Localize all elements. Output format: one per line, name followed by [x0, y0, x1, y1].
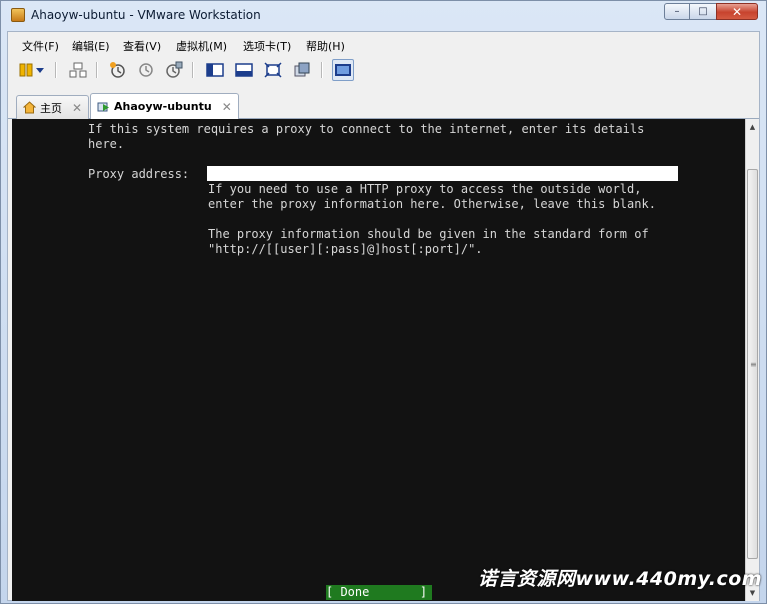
tab-home[interactable]: 主页 ✕ [16, 95, 90, 119]
close-button[interactable]: ✕ [716, 3, 758, 20]
tab-home-label: 主页 [40, 101, 62, 115]
tab-ahaoyw-ubuntu[interactable]: Ahaoyw-ubuntu ✕ [90, 93, 239, 119]
proxy-help-line4: "http://[[user][:pass]@]host[:port]/". [208, 242, 483, 256]
console-view-icon[interactable] [332, 59, 354, 81]
menu-file[interactable]: 文件(F) [22, 38, 59, 54]
minimize-icon: – [674, 6, 680, 17]
window-controls: – □ ✕ [664, 3, 758, 21]
intro-text-line1: If this system requires a proxy to conne… [88, 122, 645, 136]
proxy-address-label: Proxy address: [88, 167, 190, 181]
intro-text-line2: here. [88, 137, 125, 151]
unity-icon[interactable] [292, 60, 312, 80]
menu-vm[interactable]: 虚拟机(M) [176, 38, 227, 54]
dropdown-arrow-icon[interactable] [34, 60, 46, 80]
close-icon: ✕ [731, 4, 743, 19]
menu-bar: 文件(F) 编辑(E) 查看(V) 虚拟机(M) 选项卡(T) 帮助(H) [8, 32, 759, 54]
scrollbar-grip-icon: ≡ [750, 360, 757, 369]
done-button[interactable]: [ Done ] [326, 585, 432, 600]
show-library-icon[interactable] [205, 60, 225, 80]
maximize-button[interactable]: □ [690, 3, 716, 20]
fullscreen-icon[interactable] [263, 60, 283, 80]
proxy-help-line2: enter the proxy information here. Otherw… [208, 197, 656, 211]
tab-bar: 主页 ✕ Ahaoyw-ubuntu ✕ [8, 88, 759, 119]
vmware-window: Ahaoyw-ubuntu - VMware Workstation – □ ✕… [0, 0, 767, 604]
tab-vm-label: Ahaoyw-ubuntu [114, 100, 212, 113]
menu-view[interactable]: 查看(V) [123, 38, 161, 54]
scrollbar-thumb[interactable]: ≡ [747, 169, 758, 559]
toolbar-separator [96, 62, 98, 78]
toolbar-separator [55, 62, 57, 78]
home-icon [23, 101, 36, 114]
toolbar-separator [321, 62, 323, 78]
vmware-app-icon [11, 8, 25, 22]
toolbar [8, 56, 759, 84]
toolbar-separator [192, 62, 194, 78]
send-keys-icon[interactable] [68, 60, 88, 80]
revert-snapshot-icon[interactable] [136, 60, 156, 80]
proxy-help-line3: The proxy information should be given in… [208, 227, 649, 241]
proxy-help-line1: If you need to use a HTTP proxy to acces… [208, 182, 642, 196]
snapshot-icon[interactable] [108, 60, 128, 80]
tab-home-close-icon[interactable]: ✕ [72, 101, 82, 115]
vm-console-screen[interactable]: If this system requires a proxy to conne… [12, 119, 745, 601]
pause-icon[interactable] [16, 60, 36, 80]
watermark-text: 诺言资源网www.440my.com [478, 568, 763, 590]
title-bar[interactable]: Ahaoyw-ubuntu - VMware Workstation – □ ✕ [1, 1, 766, 29]
tab-vm-close-icon[interactable]: ✕ [222, 100, 232, 114]
minimize-button[interactable]: – [664, 3, 690, 20]
vertical-scrollbar[interactable]: ▲ ≡ ▼ [745, 119, 759, 601]
menu-help[interactable]: 帮助(H) [306, 38, 345, 54]
vm-icon [97, 102, 109, 112]
window-title: Ahaoyw-ubuntu - VMware Workstation [31, 8, 261, 22]
scroll-up-icon[interactable]: ▲ [746, 119, 759, 135]
thumbnail-bar-icon[interactable] [234, 60, 254, 80]
menu-edit[interactable]: 编辑(E) [72, 38, 110, 54]
proxy-address-input[interactable] [207, 166, 678, 181]
client-area: 文件(F) 编辑(E) 查看(V) 虚拟机(M) 选项卡(T) 帮助(H) 主页… [7, 31, 760, 601]
menu-tabs[interactable]: 选项卡(T) [243, 38, 291, 54]
snapshot-manager-icon[interactable] [164, 60, 184, 80]
maximize-icon: □ [698, 6, 708, 17]
